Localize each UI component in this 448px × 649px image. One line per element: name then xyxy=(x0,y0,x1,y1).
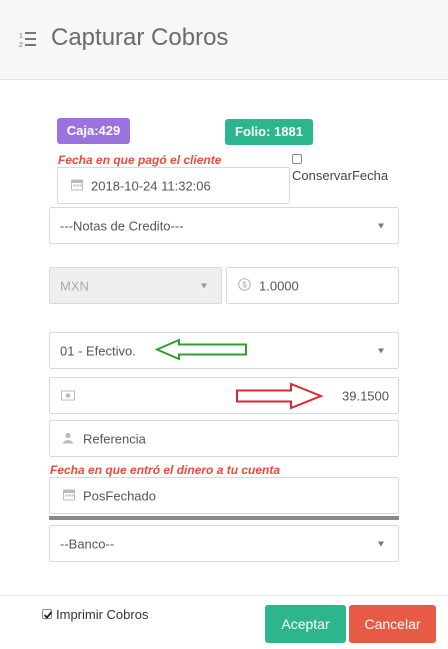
notas-credito-select[interactable]: ---Notas de Credito--- xyxy=(49,207,399,244)
checkmark-icon xyxy=(43,611,53,619)
tipo-cambio-input[interactable]: $ 1.0000 xyxy=(226,267,399,304)
money-bill-icon xyxy=(61,388,75,403)
chevron-down-icon xyxy=(378,223,384,228)
section-divider xyxy=(49,516,399,520)
imprimir-checkbox[interactable] xyxy=(42,609,53,619)
fecha-pago-input[interactable]: 2018-10-24 11:32:06 xyxy=(57,167,290,204)
referencia-placeholder: Referencia xyxy=(83,431,146,446)
importe-value: 39.1500 xyxy=(342,388,389,403)
list-ordered-icon: 1 2 xyxy=(19,30,37,49)
imprimir-label: Imprimir Cobros xyxy=(56,607,149,622)
chevron-down-icon xyxy=(378,348,384,353)
caja-badge: Caja:429 xyxy=(57,118,130,144)
aceptar-button[interactable]: Aceptar xyxy=(265,605,346,643)
folio-badge: Folio: 1881 xyxy=(225,119,313,145)
cancelar-button[interactable]: Cancelar xyxy=(349,605,436,643)
green-arrow-annotation xyxy=(155,338,247,361)
calendar-icon xyxy=(63,488,75,503)
svg-text:$: $ xyxy=(242,280,247,289)
conservar-fecha-label: ConservarFecha xyxy=(292,168,389,183)
fecha-cuenta-note: Fecha en que entró el dinero a tu cuenta xyxy=(50,463,281,477)
modal-header: 1 2 Capturar Cobros xyxy=(0,0,448,80)
referencia-input[interactable]: Referencia xyxy=(49,420,399,457)
chevron-down-icon xyxy=(201,283,207,288)
posfechado-placeholder: PosFechado xyxy=(83,488,156,503)
page-title: Capturar Cobros xyxy=(51,24,229,51)
svg-text:2: 2 xyxy=(19,42,23,48)
posfechado-input[interactable]: PosFechado xyxy=(49,477,399,514)
conservar-fecha-checkbox[interactable] xyxy=(292,154,302,164)
fecha-pago-note: Fecha en que pagó el cliente xyxy=(58,153,222,167)
chevron-down-icon xyxy=(378,541,384,546)
tipo-cambio-value: 1.0000 xyxy=(259,278,299,293)
moneda-value: MXN xyxy=(60,278,89,293)
svg-text:1: 1 xyxy=(19,33,23,40)
forma-pago-value: 01 - Efectivo. xyxy=(60,343,136,358)
banco-value: --Banco-- xyxy=(60,536,115,551)
user-icon xyxy=(63,431,73,446)
calendar-icon xyxy=(71,178,83,193)
dollar-circle-icon: $ xyxy=(238,277,251,294)
moneda-select: MXN xyxy=(49,267,222,304)
red-arrow-annotation xyxy=(236,382,323,410)
fecha-pago-value: 2018-10-24 11:32:06 xyxy=(91,178,211,193)
importe-input[interactable]: 39.1500 xyxy=(49,377,399,414)
banco-select[interactable]: --Banco-- xyxy=(49,525,399,562)
notas-credito-value: ---Notas de Credito--- xyxy=(60,218,184,233)
